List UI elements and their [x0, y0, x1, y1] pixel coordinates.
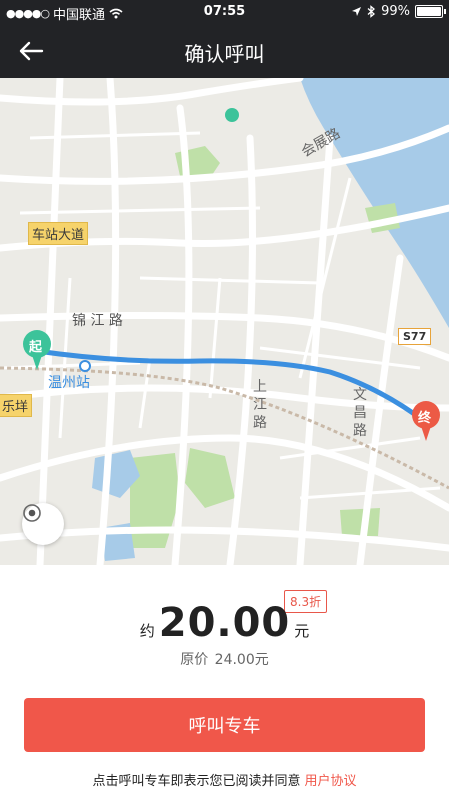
battery-level: [417, 7, 441, 16]
call-car-button[interactable]: 呼叫专车: [24, 698, 425, 752]
bluetooth-icon: [367, 5, 376, 18]
road-label-shangjiang: 上江路: [253, 379, 267, 431]
agreement-label: 点击呼叫专车即表示您已阅读并同意: [92, 774, 301, 789]
fare-panel: 8.3折 约 20.00 元 原价 24.00元 呼叫专车 点击呼叫专车即表示您已阅…: [0, 565, 449, 800]
user-agreement-link[interactable]: 用户协议: [305, 774, 357, 789]
price-value: 20.00: [158, 600, 291, 646]
route-map[interactable]: 起 终 车站大道 乐垟 S77 锦 江 路 温州站 会展路 上江路 文昌路: [0, 78, 449, 565]
original-price-label: 原价: [180, 652, 209, 668]
gas-station-icon: [225, 108, 239, 122]
agreement-text: 点击呼叫专车即表示您已阅读并同意 用户协议: [0, 770, 449, 789]
park-area: [340, 508, 380, 536]
map-canvas: [0, 78, 449, 565]
locate-icon: [23, 504, 41, 522]
road-label-lexiang: 乐垟: [0, 394, 33, 417]
status-bar: ●●●●○ 中国联通 07:55 99%: [0, 0, 449, 24]
original-price: 原价 24.00元: [0, 649, 449, 669]
location-arrow-icon: [352, 7, 362, 16]
battery-icon: [415, 5, 446, 18]
road-label-wenchang: 文昌路: [353, 387, 367, 439]
locate-button[interactable]: [22, 503, 64, 545]
page-title: 确认呼叫: [184, 42, 265, 66]
nav-bar: 确认呼叫: [0, 24, 449, 78]
start-marker-label: 起: [29, 340, 43, 355]
station-label: 温州站: [48, 375, 90, 391]
price-row: 约 20.00 元: [0, 600, 449, 646]
road-label-jinjiang: 锦 江 路: [72, 313, 123, 329]
train-station-icon: [79, 360, 91, 372]
price-unit: 元: [294, 622, 310, 640]
park-area: [185, 448, 235, 508]
original-price-value: 24.00元: [214, 652, 269, 668]
highway-shield-s77: S77: [398, 328, 432, 345]
battery-percent: 99%: [381, 4, 410, 19]
approx-label: 约: [139, 622, 155, 640]
park-area: [130, 453, 180, 548]
end-marker-label: 终: [418, 411, 432, 426]
road-label-station-road: 车站大道: [28, 222, 89, 245]
